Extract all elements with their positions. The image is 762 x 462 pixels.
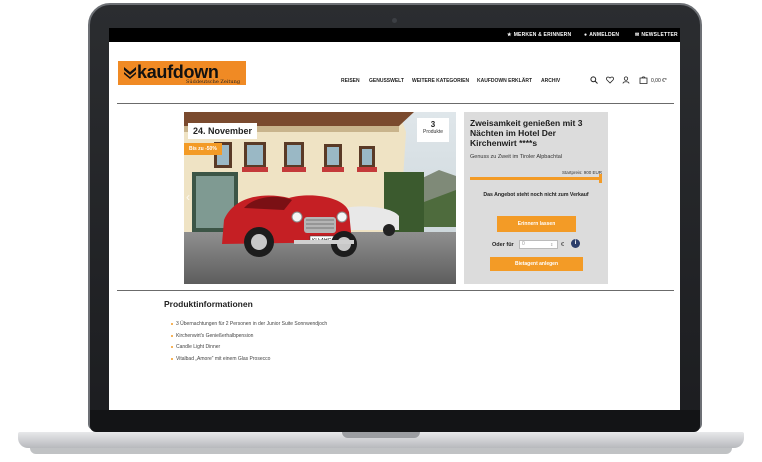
- price-progress-bar: [470, 177, 601, 180]
- content-divider: [117, 290, 674, 291]
- browser-screen: ★ MERKEN & ERINNERN ● ANMELDEN ✉ NEWSLETTER…: [109, 28, 680, 410]
- cart-icon[interactable]: [639, 76, 648, 86]
- offer-note: Das Angebot steht noch nicht zum Verkauf: [483, 192, 589, 198]
- search-icon[interactable]: [590, 76, 598, 86]
- offer-title: Zweisamkeit genießen mit 3 Nächten im Ho…: [470, 118, 583, 148]
- discount-badge: Bis zu -50%: [184, 143, 222, 155]
- offer-panel: Zweisamkeit genießen mit 3 Nächten im Ho…: [464, 112, 608, 284]
- list-item: 3 Übernachtungen für 2 Personen in der J…: [171, 321, 327, 333]
- price-progress-marker: [599, 174, 602, 183]
- logo-subtitle: Süddeutsche Zeitung: [186, 79, 241, 85]
- product-info-list: 3 Übernachtungen für 2 Personen in der J…: [171, 321, 327, 367]
- laptop-notch: [342, 432, 420, 438]
- chevron-logo-icon: [124, 67, 136, 79]
- cart-total[interactable]: 0,00 €*: [651, 78, 667, 84]
- nav-reisen[interactable]: REISEN: [341, 78, 360, 84]
- product-count-badge: 3 Produkte: [417, 118, 449, 142]
- webcam: [392, 18, 397, 23]
- chevron-left-icon[interactable]: ‹: [186, 190, 190, 204]
- nav-archiv[interactable]: ARCHIV: [541, 78, 560, 84]
- newsletter-label: NEWSLETTER: [641, 32, 678, 38]
- date-badge: 24. November: [188, 123, 258, 139]
- user-icon[interactable]: [622, 76, 630, 86]
- laptop-mockup: ★ MERKEN & ERINNERN ● ANMELDEN ✉ NEWSLETTER…: [0, 0, 762, 462]
- top-bar: ★ MERKEN & ERINNERN ● ANMELDEN ✉ NEWSLETTER: [109, 28, 680, 42]
- product-count-label: Produkte: [422, 129, 443, 135]
- nav-kaufdown-erklaert[interactable]: KAUFDOWN ERKLÄRT: [477, 78, 532, 84]
- nav-genusswelt[interactable]: GENUSSWELT: [369, 78, 404, 84]
- remind-button[interactable]: Erinnern lassen: [497, 216, 576, 232]
- offer-subtitle: Genuss zu Zweit im Tiroler Alpbachtal: [470, 154, 563, 160]
- heart-icon[interactable]: [606, 76, 614, 86]
- login-link[interactable]: ● ANMELDEN: [584, 32, 619, 38]
- list-item: Candle Light Dinner: [171, 344, 327, 356]
- bid-agent-button[interactable]: Bietagent anlegen: [490, 257, 583, 271]
- laptop-bezel: [90, 410, 700, 432]
- product-info-title: Produktinformationen: [164, 299, 253, 309]
- user-icon: ●: [584, 32, 588, 38]
- start-price: Startpreis: 900 EUR: [561, 170, 602, 175]
- newsletter-link[interactable]: ✉ NEWSLETTER: [635, 32, 678, 38]
- laptop-shadow: [30, 448, 732, 454]
- product-count: 3: [430, 120, 436, 129]
- merken-label: MERKEN & ERINNERN: [513, 32, 572, 38]
- nav-weitere-kategorien[interactable]: WEITERE KATEGORIEN: [412, 78, 469, 84]
- info-icon[interactable]: i: [571, 239, 580, 248]
- header-divider: [117, 103, 674, 104]
- merken-link[interactable]: ★ MERKEN & ERINNERN: [507, 32, 571, 38]
- list-item: Vitalbad „Amore“ mit einem Glas Prosecco: [171, 356, 327, 368]
- bid-currency: €: [561, 242, 565, 248]
- bid-label: Oder für: [492, 242, 514, 248]
- star-icon: ★: [507, 32, 512, 38]
- envelope-icon: ✉: [635, 32, 640, 38]
- list-item: Kirchenwirt's Genießerhalbpension: [171, 333, 327, 345]
- stepper-icon[interactable]: ⇕: [550, 242, 553, 247]
- hero-image[interactable]: KU•AHCA 3 24. November Bis zu -50% 3 Pro…: [184, 112, 456, 284]
- login-label: ANMELDEN: [589, 32, 620, 38]
